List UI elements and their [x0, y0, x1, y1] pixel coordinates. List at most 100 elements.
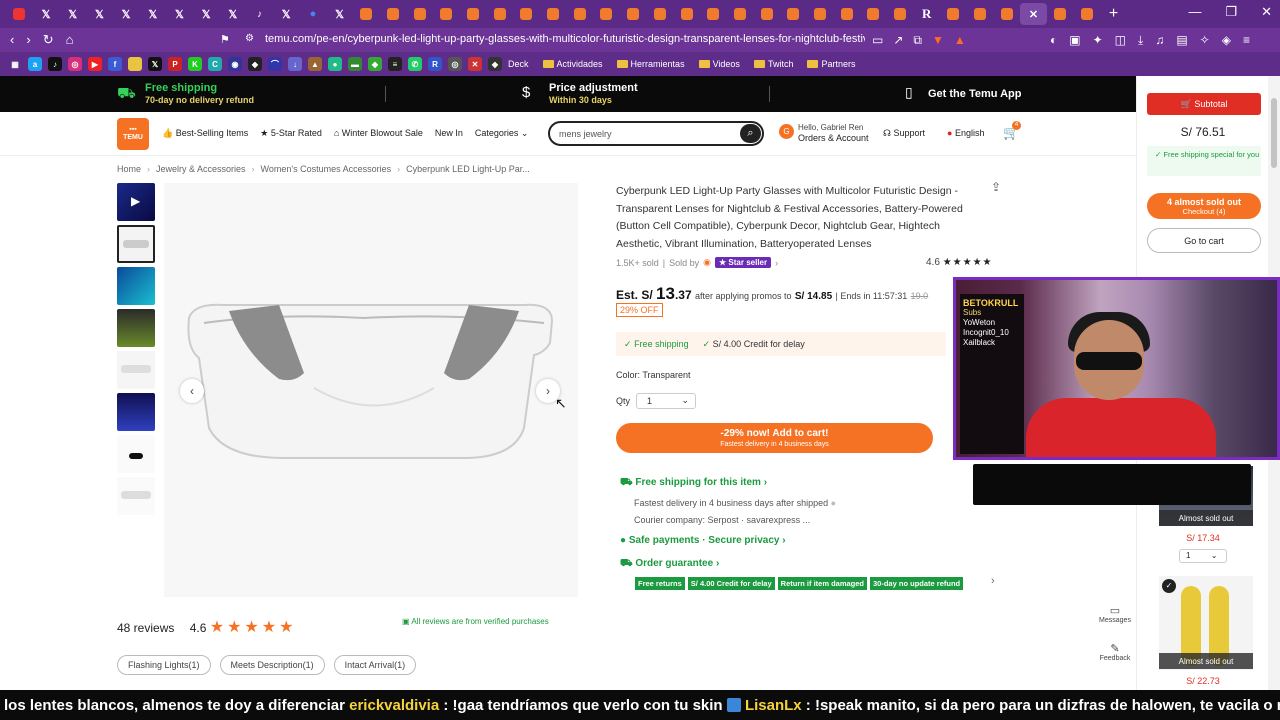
bookmark-folder-actividades[interactable]: Actividades	[543, 59, 603, 69]
download-icon[interactable]: ⤓	[1138, 33, 1143, 48]
x-icon[interactable]: 𝕏	[148, 57, 162, 71]
tab-temu[interactable]	[700, 3, 727, 25]
leo-icon[interactable]: ✧	[1200, 33, 1210, 48]
safe-payments-link[interactable]: ● Safe payments · Secure privacy ›	[620, 535, 786, 546]
tab-youtube[interactable]	[6, 3, 33, 25]
kick-icon[interactable]: K	[188, 57, 202, 71]
bookmark-icon[interactable]: ▬	[348, 57, 362, 71]
bookmark-icon[interactable]: ◆	[368, 57, 382, 71]
whatsapp-icon[interactable]: ✆	[408, 57, 422, 71]
bookmark-icon[interactable]: ●	[328, 57, 342, 71]
tab-x[interactable]: 𝕏	[273, 3, 300, 25]
review-tag-chip[interactable]: Intact Arrival(1)	[333, 655, 417, 675]
product-image[interactable]: ‹ ›	[164, 183, 578, 597]
add-to-cart-button[interactable]: -29% now! Add to cart! Fastest delivery …	[616, 423, 933, 453]
language-selector[interactable]: ● English	[947, 128, 984, 138]
breadcrumb-home[interactable]: Home	[117, 164, 141, 174]
tab-temu[interactable]	[807, 3, 834, 25]
tab-x[interactable]: 𝕏	[166, 3, 193, 25]
nav-new-in[interactable]: New In	[435, 128, 463, 139]
tab-temu[interactable]	[380, 3, 407, 25]
tab-temu[interactable]	[486, 3, 513, 25]
share-icon[interactable]: ⇪	[991, 180, 1001, 194]
tab-x[interactable]: 𝕏	[193, 3, 220, 25]
tab-x[interactable]: 𝕏	[33, 3, 60, 25]
checkout-button[interactable]: 4 almost sold out Checkout (4)	[1147, 193, 1261, 219]
order-guarantee-link[interactable]: ⛟ Order guarantee ›	[620, 558, 719, 571]
bookmark-icon[interactable]: ▲	[308, 57, 322, 71]
close-tab-icon[interactable]: ✕	[1020, 3, 1047, 25]
thumbnail-image[interactable]	[117, 351, 155, 389]
nav-5-star[interactable]: ★ 5-Star Rated	[260, 128, 322, 139]
review-tag-chip[interactable]: Meets Description(1)	[219, 655, 325, 675]
prev-image-button[interactable]: ‹	[180, 379, 204, 403]
nav-best-selling[interactable]: 👍 Best-Selling Items	[162, 128, 248, 139]
bookmark-icon[interactable]: C	[208, 57, 222, 71]
tab-r[interactable]: R	[913, 3, 940, 25]
cart-button[interactable]: 🛒 4	[1003, 121, 1021, 141]
bookmark-icon[interactable]	[128, 57, 142, 71]
tab-x[interactable]: 𝕏	[113, 3, 140, 25]
feedback-button[interactable]: ✎ Feedback	[1097, 642, 1133, 662]
tab-google[interactable]: ●	[300, 3, 327, 25]
search-input[interactable]: mens jewelry ⌕	[548, 121, 764, 146]
tab-temu[interactable]	[833, 3, 860, 25]
tab-x[interactable]: 𝕏	[139, 3, 166, 25]
tab-temu[interactable]	[647, 3, 674, 25]
bookmark-icon[interactable]: ◆	[248, 57, 262, 71]
apps-icon[interactable]: ▦	[8, 57, 22, 71]
new-tab-icon[interactable]: +	[1100, 3, 1127, 25]
promo-free-shipping[interactable]: Free shipping 70-day no delivery refund	[145, 82, 254, 106]
product-rating[interactable]: 4.6 ★★★★★	[926, 257, 993, 268]
tab-x[interactable]: 𝕏	[86, 3, 113, 25]
tab-temu[interactable]	[460, 3, 487, 25]
bookmark-icon[interactable]: ≡	[388, 57, 402, 71]
bookmark-folder-partners[interactable]: Partners	[807, 59, 855, 69]
star-seller-badge[interactable]: ★ Star seller	[715, 257, 772, 268]
extension-icon[interactable]: ▣	[1069, 33, 1080, 48]
close-window-icon[interactable]: ✕	[1261, 4, 1272, 20]
promo-get-app[interactable]: Get the Temu App	[928, 88, 1022, 100]
tab-temu[interactable]	[406, 3, 433, 25]
bookmark-icon[interactable]: ⚑	[220, 33, 230, 46]
site-info-icon[interactable]: ⚙	[245, 33, 254, 44]
cast-icon[interactable]: ▭	[872, 33, 883, 48]
bookmark-icon[interactable]: ✕	[468, 57, 482, 71]
selected-check-icon[interactable]: ✓	[1162, 579, 1176, 593]
tab-temu[interactable]	[513, 3, 540, 25]
home-icon[interactable]: ⌂	[66, 32, 74, 48]
seller-logo-icon[interactable]: ◉	[703, 257, 711, 268]
free-shipping-item-link[interactable]: ⛟ Free shipping for this item ›	[620, 477, 767, 490]
bookmark-icon[interactable]: ⌒	[268, 57, 282, 71]
info-icon[interactable]: ●	[831, 498, 836, 508]
thumbnail-image[interactable]	[117, 435, 155, 473]
messages-button[interactable]: ▭ Messages	[1097, 604, 1133, 624]
pinterest-icon[interactable]: P	[168, 57, 182, 71]
cart-item-qty-select[interactable]: 1 ⌄	[1179, 549, 1227, 563]
wallet-icon[interactable]: ◫	[1115, 33, 1126, 48]
extension-icon[interactable]: ◐	[1050, 33, 1057, 48]
tab-temu[interactable]	[593, 3, 620, 25]
support-link[interactable]: ☊ Support	[883, 128, 925, 139]
tab-temu[interactable]	[753, 3, 780, 25]
avatar[interactable]: G	[779, 124, 794, 139]
link-icon[interactable]: ⧉	[913, 33, 922, 48]
breadcrumb-jewelry[interactable]: Jewelry & Accessories	[156, 164, 246, 174]
bookmark-icon[interactable]: ◉	[228, 57, 242, 71]
tab-x[interactable]: 𝕏	[59, 3, 86, 25]
tab-temu[interactable]	[540, 3, 567, 25]
tab-tiktok[interactable]: ♪	[246, 3, 273, 25]
instagram-icon[interactable]: ◎	[68, 57, 82, 71]
vpn-icon[interactable]: ◈	[1222, 33, 1231, 48]
promo-price-adjustment[interactable]: Price adjustment Within 30 days	[549, 82, 638, 106]
thumbnail-image[interactable]	[117, 477, 155, 515]
thumbnail-image[interactable]	[117, 225, 155, 263]
tab-temu[interactable]	[860, 3, 887, 25]
review-tag-chip[interactable]: Flashing Lights(1)	[117, 655, 211, 675]
reload-icon[interactable]: ↻	[43, 32, 54, 48]
tab-temu[interactable]	[620, 3, 647, 25]
forward-icon[interactable]: ›	[26, 32, 30, 48]
tab-temu[interactable]	[1047, 3, 1074, 25]
subtotal-button[interactable]: 🛒 Subtotal	[1147, 93, 1261, 115]
tab-x[interactable]: 𝕏	[220, 3, 247, 25]
